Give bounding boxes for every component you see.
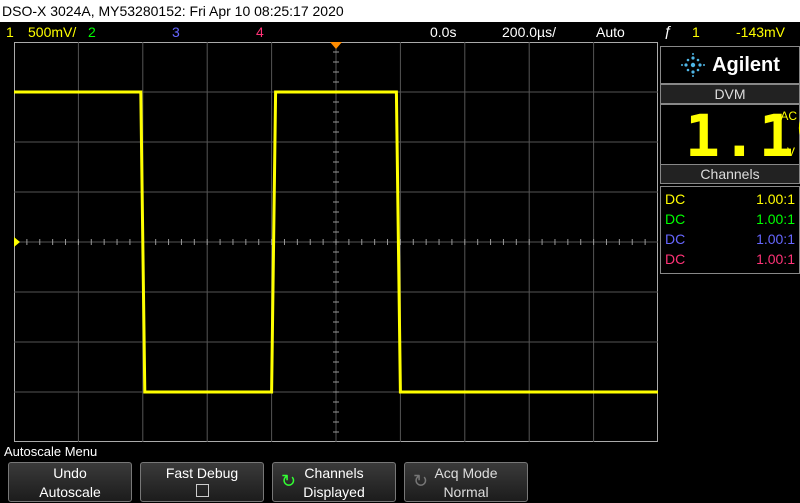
acq-mode-softkey[interactable]: ↻ Acq Mode Normal <box>404 462 528 502</box>
info-panel: Agilent DVM 1.19 AC V Channels DC 1.00:1… <box>660 46 800 296</box>
ch1-ground-marker <box>14 237 20 247</box>
title-text: DSO-X 3024A, MY53280152: Fri Apr 10 08:2… <box>2 3 344 19</box>
waveform-graticule[interactable] <box>14 42 658 442</box>
ch2-number[interactable]: 2 <box>88 22 96 42</box>
channel-row-1: DC 1.00:1 <box>665 191 795 207</box>
channels-displayed-softkey[interactable]: ↻ Channels Displayed <box>272 462 396 502</box>
channels-table: DC 1.00:1 DC 1.00:1 DC 1.00:1 DC 1.00:1 <box>660 186 800 274</box>
dvm-mode: AC <box>780 109 797 123</box>
ch4-number[interactable]: 4 <box>256 22 264 42</box>
time-scale[interactable]: 200.0µs/ <box>502 22 556 42</box>
trigger-mode[interactable]: Auto <box>596 22 625 42</box>
dvm-readout: 1.19 AC V <box>660 104 800 168</box>
title-bar: DSO-X 3024A, MY53280152: Fri Apr 10 08:2… <box>0 0 800 22</box>
channel-row-3: DC 1.00:1 <box>665 231 795 247</box>
channel-row-4: DC 1.00:1 <box>665 251 795 267</box>
brand-name: Agilent <box>712 53 780 76</box>
trigger-position-marker <box>330 42 342 49</box>
channel-row-2: DC 1.00:1 <box>665 211 795 227</box>
menu-title: Autoscale Menu <box>4 444 98 459</box>
fast-debug-softkey[interactable]: Fast Debug <box>140 462 264 502</box>
trigger-source[interactable]: 1 <box>692 22 700 42</box>
ch1-scale[interactable]: 500mV/ <box>28 22 76 42</box>
trigger-level[interactable]: -143mV <box>736 22 785 42</box>
trigger-edge-icon: ƒ <box>664 23 673 40</box>
waveform-display[interactable] <box>14 42 658 442</box>
channels-header: Channels <box>660 164 800 184</box>
time-delay[interactable]: 0.0s <box>430 22 456 42</box>
undo-autoscale-softkey[interactable]: Undo Autoscale <box>8 462 132 502</box>
ch3-number[interactable]: 3 <box>172 22 180 42</box>
brand-logo: Agilent <box>660 46 800 84</box>
fast-debug-checkbox[interactable] <box>195 484 209 497</box>
ch1-number[interactable]: 1 <box>6 22 14 42</box>
dvm-unit: V <box>786 145 795 159</box>
dvm-header: DVM <box>660 84 800 104</box>
status-bar: 1 500mV/ 2 3 4 0.0s 200.0µs/ Auto ƒ 1 -1… <box>0 22 800 42</box>
agilent-spark-icon <box>681 53 706 77</box>
